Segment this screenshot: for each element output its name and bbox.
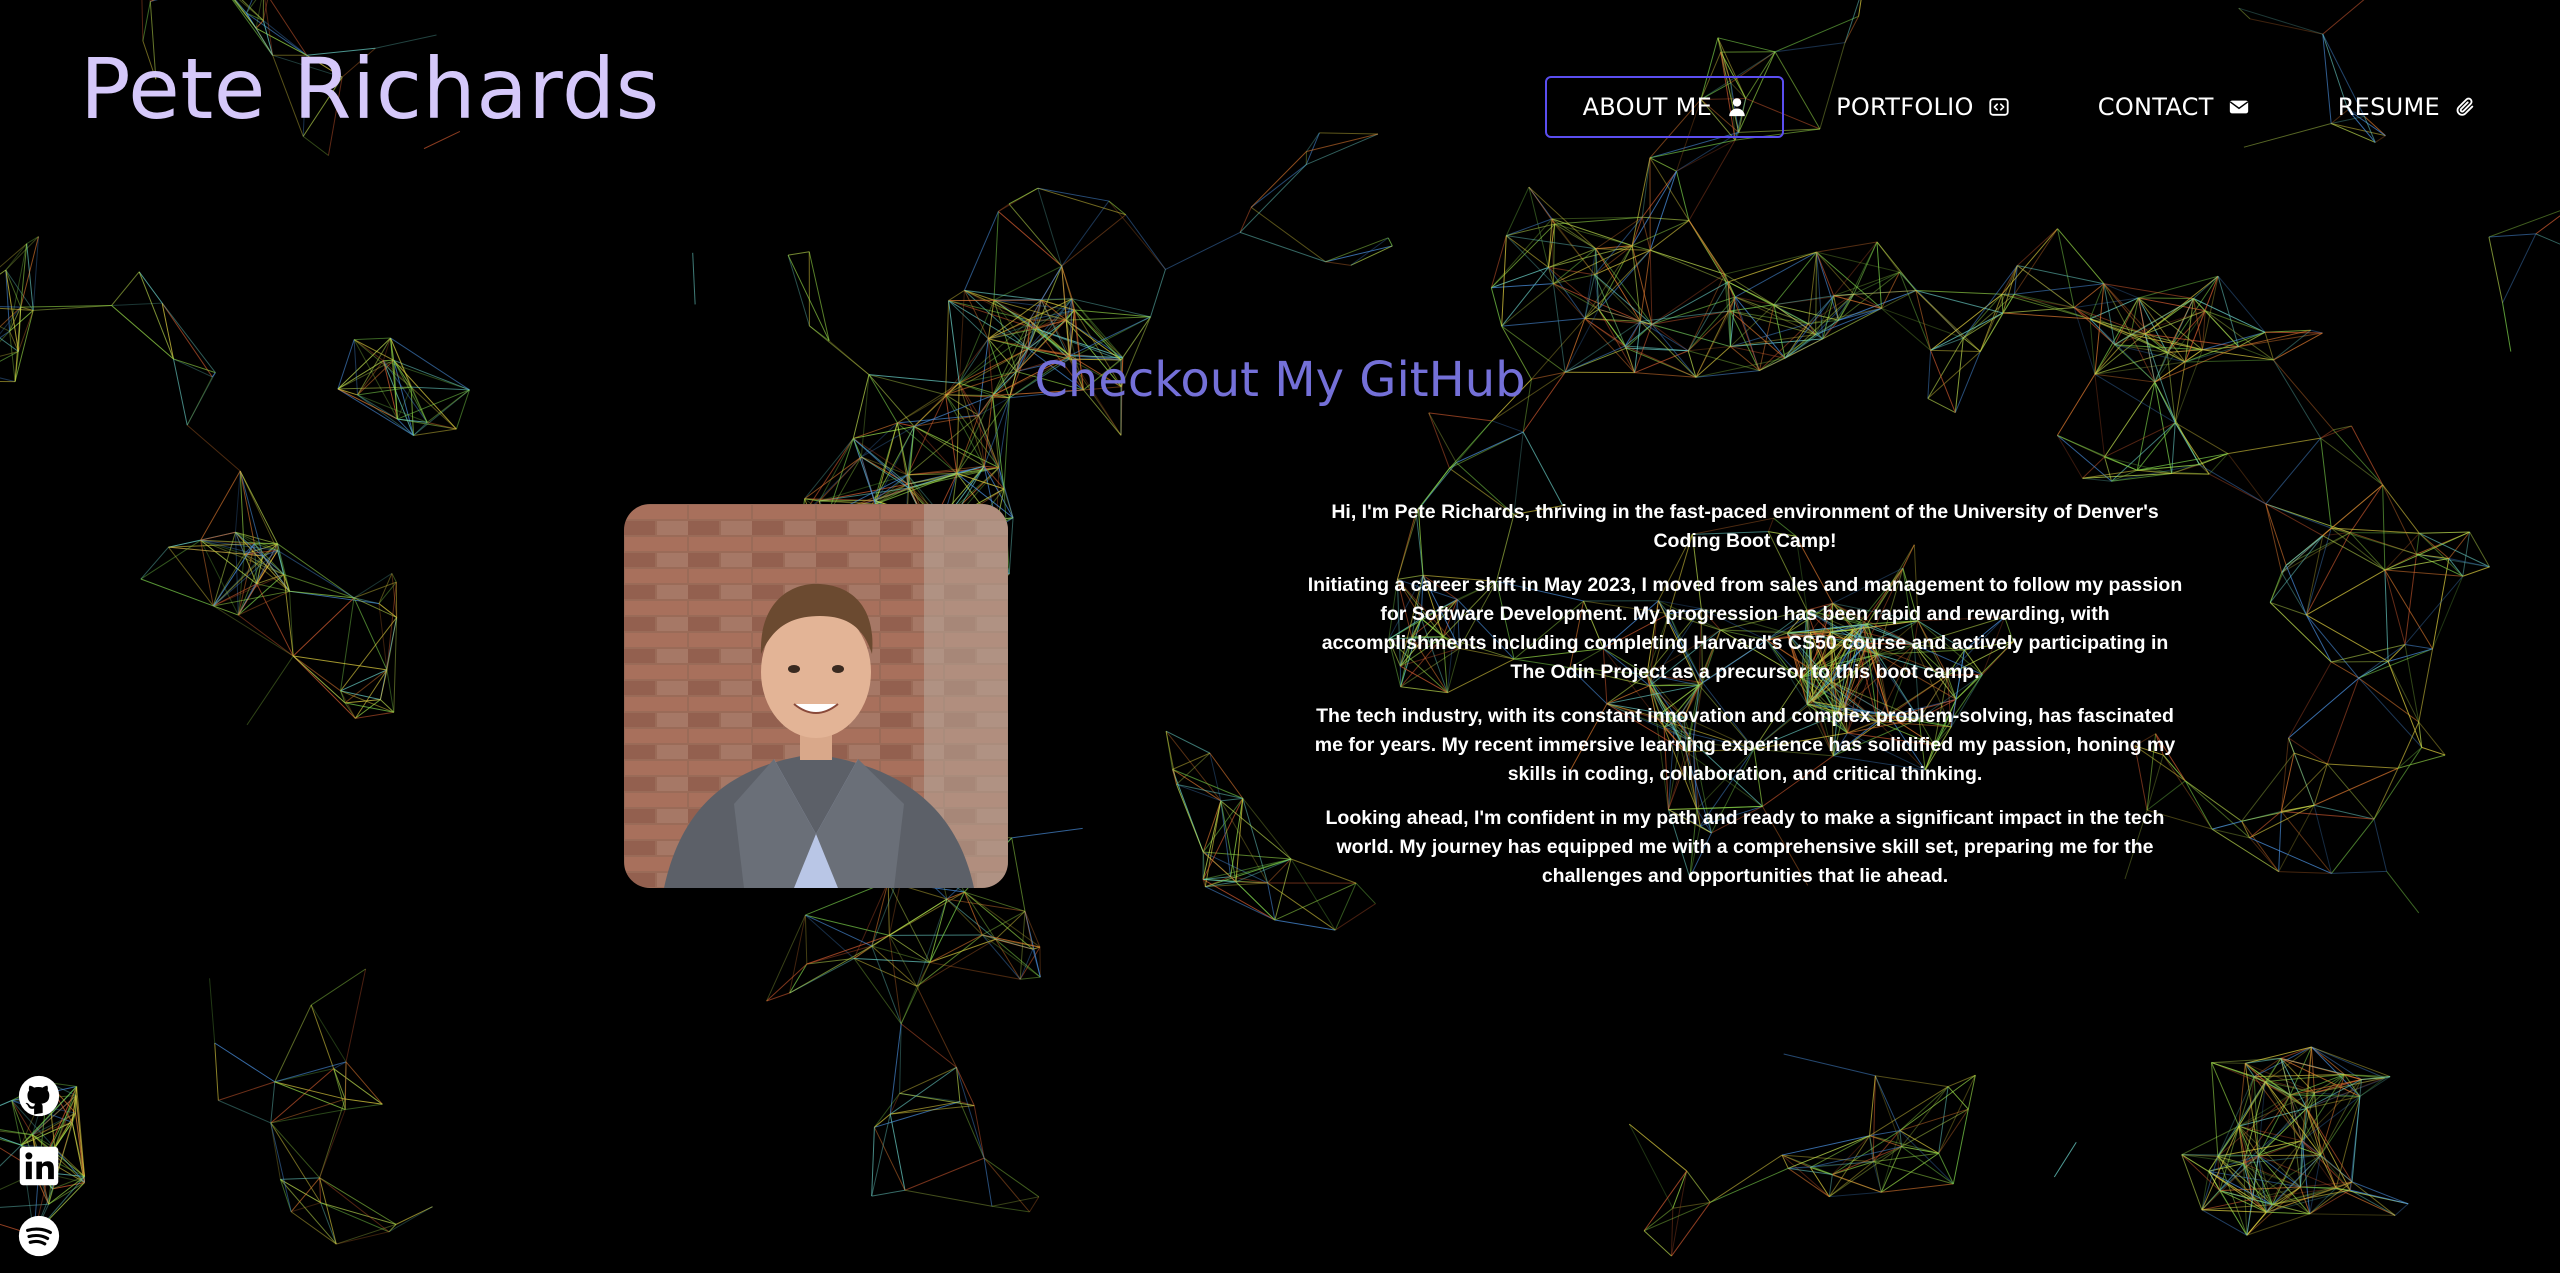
github-icon[interactable] bbox=[18, 1075, 60, 1117]
profile-photo bbox=[624, 504, 1008, 888]
code-icon bbox=[1988, 96, 2010, 118]
nav-about-me[interactable]: ABOUT ME bbox=[1544, 76, 1785, 138]
nav-label-about-me: ABOUT ME bbox=[1582, 93, 1713, 121]
site-title: Pete Richards bbox=[80, 40, 660, 138]
nav-label-contact: CONTACT bbox=[2097, 93, 2214, 121]
nav-resume[interactable]: RESUME bbox=[2300, 76, 2512, 138]
page: Pete Richards ABOUT ME PORTFOLIO CONTACT… bbox=[0, 0, 2560, 1273]
bio-paragraph: The tech industry, with its constant inn… bbox=[1314, 705, 2176, 785]
envelope-icon bbox=[2228, 96, 2250, 118]
main-nav: ABOUT ME PORTFOLIO CONTACT RESUME bbox=[1531, 76, 2512, 138]
github-heading-link[interactable]: Checkout My GitHub bbox=[0, 352, 2560, 408]
nav-portfolio[interactable]: PORTFOLIO bbox=[1798, 76, 2046, 138]
social-links bbox=[18, 1075, 60, 1257]
nav-contact[interactable]: CONTACT bbox=[2060, 76, 2286, 138]
nav-label-resume: RESUME bbox=[2337, 93, 2440, 121]
bio-paragraph: Initiating a career shift in May 2023, I… bbox=[1307, 574, 2183, 683]
nav-label-portfolio: PORTFOLIO bbox=[1836, 93, 1974, 121]
linkedin-icon[interactable] bbox=[18, 1145, 60, 1187]
paperclip-icon bbox=[2454, 96, 2476, 118]
user-icon bbox=[1726, 96, 1748, 118]
bio-paragraph: Hi, I'm Pete Richards, thriving in the f… bbox=[1331, 501, 2159, 552]
spotify-icon[interactable] bbox=[18, 1215, 60, 1257]
bio-paragraph: Looking ahead, I'm confident in my path … bbox=[1325, 807, 2165, 887]
bio: Hi, I'm Pete Richards, thriving in the f… bbox=[1305, 498, 2185, 906]
